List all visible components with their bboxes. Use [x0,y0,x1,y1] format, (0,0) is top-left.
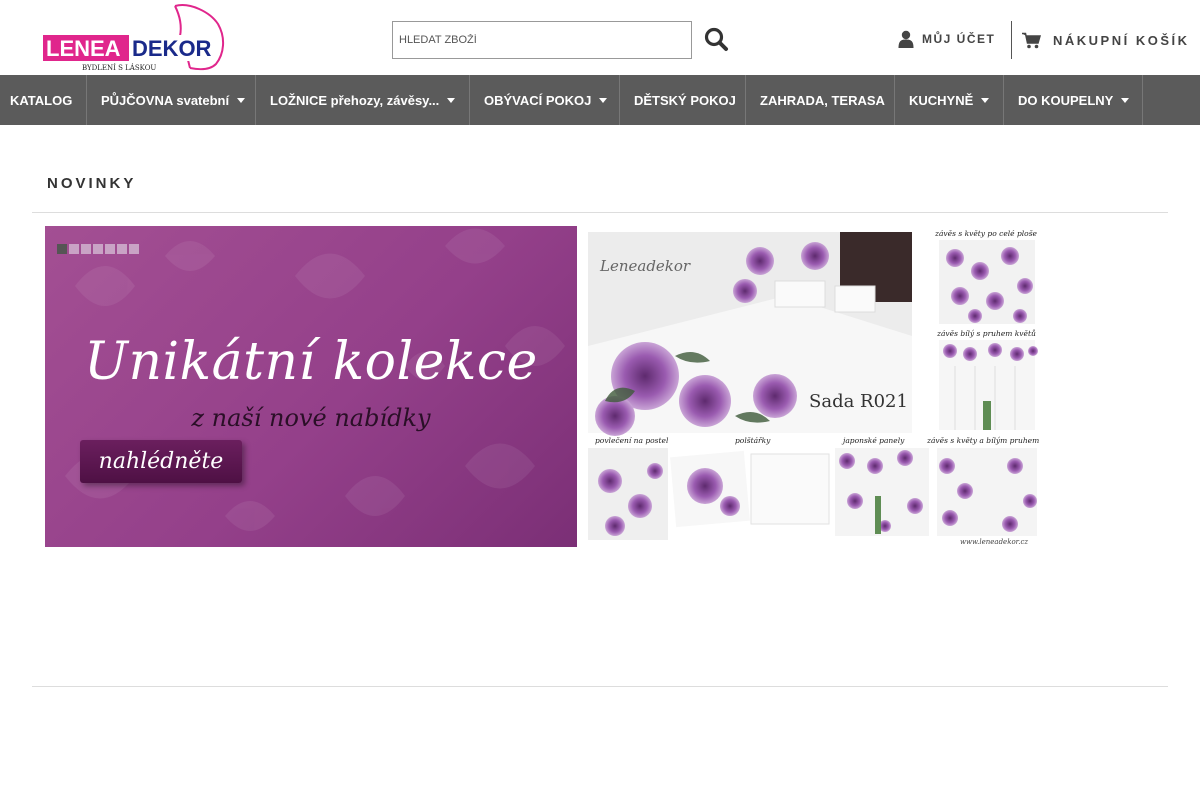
caret-down-icon [981,97,990,103]
collage-set-name: Sada R021 [809,391,908,412]
search-field[interactable] [392,21,692,59]
cart-label: NÁKUPNÍ KOŠÍK [1053,32,1190,48]
caption-bedding: povlečení na postel [595,436,669,445]
slider-dot[interactable] [57,244,67,254]
caption-curtain-stripe: závěs bílý s pruhem květů [936,329,1036,338]
account-label: MŮJ ÚČET [922,32,996,46]
nav-item-label: DĚTSKÝ POKOJ [634,92,736,108]
nav-item-label: ZAHRADA, TERASA [760,92,885,108]
svg-text:DEKOR: DEKOR [132,36,212,61]
promo-slider[interactable]: Unikátní kolekce z naší nové nabídky nah… [45,226,577,547]
nav-item-label: KUCHYNĚ [909,92,974,108]
caption-curtain-white: závěs s květy a bílým pruhem [926,436,1039,445]
caret-down-icon [1121,97,1130,103]
user-icon [898,30,914,48]
nav-item-label: KATALOG [10,92,73,108]
main-navigation: KATALOG PŮJČOVNA svatební LOŽNICE přehoz… [0,75,1200,125]
cart-icon [1022,32,1041,48]
nav-item-loznice[interactable]: LOŽNICE přehozy, závěsy... [256,75,470,125]
nav-item-label: LOŽNICE přehozy, závěsy... [270,92,440,108]
search-button[interactable] [703,26,731,54]
caret-down-icon [447,97,456,103]
header-divider [1011,21,1012,59]
slider-dot[interactable] [117,244,127,254]
search-input[interactable] [393,22,691,58]
caption-pillows: polštářky [735,436,771,445]
site-header: LENEA DEKOR BYDLENÍ S LÁSKOU MŮJ ÚČET NÁ… [0,0,1200,75]
collage-brand: Leneadekor [599,257,691,275]
section-title: NOVINKY [47,175,137,192]
nav-item-zahrada-terasa[interactable]: ZAHRADA, TERASA [746,75,895,125]
collage-website: www.leneadekor.cz [960,538,1028,546]
caret-down-icon [599,97,608,103]
search-icon [704,27,728,51]
caret-down-icon [237,97,246,103]
svg-text:LENEA: LENEA [46,36,121,61]
slider-subtitle: z naší nové nabídky [191,404,431,432]
cart-link[interactable]: NÁKUPNÍ KOŠÍK [1022,28,1190,52]
slider-dot[interactable] [93,244,103,254]
nav-item-katalog[interactable]: KATALOG [0,75,87,125]
site-logo[interactable]: LENEA DEKOR BYDLENÍ S LÁSKOU [40,2,230,72]
slider-dot[interactable] [105,244,115,254]
nav-item-label: OBÝVACÍ POKOJ [484,92,592,108]
logo-tagline: BYDLENÍ S LÁSKOU [82,63,156,72]
slider-title: Unikátní kolekce [84,332,538,392]
nav-item-pujcovna[interactable]: PŮJČOVNA svatební [87,75,256,125]
slider-cta-button[interactable]: nahlédněte [80,440,242,483]
collage-artwork: Leneadekor Sada R021 závěs s květy po ce… [588,229,1039,546]
divider-top [32,212,1168,213]
my-account-link[interactable]: MŮJ ÚČET [898,28,995,50]
product-collage-image[interactable]: Leneadekor Sada R021 závěs s květy po ce… [585,226,1045,547]
nav-item-obyvaci-pokoj[interactable]: OBÝVACÍ POKOJ [470,75,620,125]
slider-dot[interactable] [69,244,79,254]
nav-item-detsky-pokoj[interactable]: DĚTSKÝ POKOJ [620,75,746,125]
nav-item-label: PŮJČOVNA svatební [101,92,230,108]
nav-item-kuchyne[interactable]: KUCHYNĚ [895,75,1004,125]
slider-dot[interactable] [81,244,91,254]
nav-item-label: DO KOUPELNY [1018,92,1114,108]
slider-dot[interactable] [129,244,139,254]
caption-curtain-full: závěs s květy po celé ploše [934,229,1038,238]
caption-panels: japonské panely [841,436,905,445]
slider-dots [57,244,139,254]
divider-bottom [32,686,1168,687]
nav-item-do-koupelny[interactable]: DO KOUPELNY [1004,75,1143,125]
